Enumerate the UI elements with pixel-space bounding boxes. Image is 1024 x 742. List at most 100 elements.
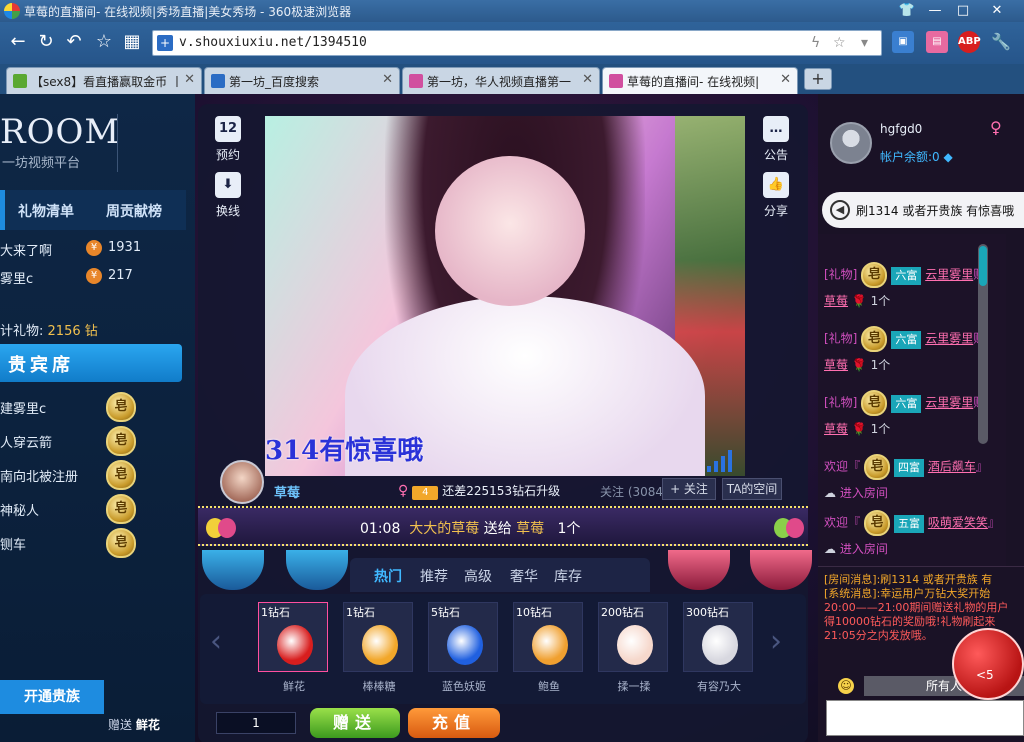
gift-image-icon bbox=[617, 625, 653, 665]
share-button[interactable]: 👍 分享 bbox=[754, 172, 798, 219]
balloon-icon bbox=[786, 518, 804, 538]
gift-item[interactable]: 300钻石 有容乃大 bbox=[683, 602, 755, 698]
extension-icon[interactable]: ▤ bbox=[926, 31, 948, 53]
system-line: 21:05分之内发放哦。 bbox=[824, 629, 933, 642]
new-tab-button[interactable]: + bbox=[804, 68, 832, 90]
emoji-icon[interactable]: ☺ bbox=[838, 678, 854, 694]
tab-weekly-rank[interactable]: 周贡献榜 bbox=[106, 201, 162, 221]
chat-user[interactable]: 草莓 bbox=[824, 358, 848, 372]
browser-tab[interactable]: 【sex8】看直播赢取金币 丨 ✕ bbox=[6, 67, 202, 94]
vip-name: 建雾里c bbox=[0, 402, 47, 417]
vip-row[interactable]: 铡车 皂 bbox=[0, 526, 190, 560]
rank-name: 雾里c bbox=[0, 272, 34, 287]
follow-count: 关注 (3084) bbox=[600, 485, 668, 499]
gift-item[interactable]: 200钻石 揉一揉 bbox=[598, 602, 670, 698]
thumbs-up-icon: 👍 bbox=[763, 172, 789, 198]
tab-close-icon[interactable]: ✕ bbox=[184, 72, 195, 87]
gift-price: 200钻石 bbox=[601, 606, 644, 619]
back-icon[interactable]: ← bbox=[6, 30, 30, 54]
star-icon[interactable]: ☆ bbox=[92, 30, 116, 54]
speaker-icon[interactable]: ◀ bbox=[830, 200, 850, 220]
gift-item[interactable]: 1钻石 棒棒糖 bbox=[343, 602, 415, 698]
chat-user[interactable]: 云里雾里 bbox=[925, 268, 973, 282]
wrench-icon[interactable]: 🔧 bbox=[990, 31, 1012, 53]
gift-tab-premium[interactable]: 高级 bbox=[464, 566, 492, 586]
gift-tab-stock[interactable]: 库存 bbox=[554, 566, 582, 586]
chat-line: ☁ 进入房间 bbox=[824, 484, 888, 501]
next-arrow-icon[interactable]: › bbox=[770, 624, 782, 659]
lightning-icon[interactable]: ϟ bbox=[811, 35, 820, 51]
recharge-button[interactable]: 充值 bbox=[408, 708, 500, 738]
vip-row[interactable]: 人穿云箭 皂 bbox=[0, 424, 190, 458]
gift-tabs: 热门 推荐 高级 奢华 库存 bbox=[350, 558, 650, 592]
notice-button[interactable]: … 公告 bbox=[754, 116, 798, 163]
browser-tab[interactable]: 第一坊，华人视频直播第一 ✕ bbox=[402, 67, 600, 94]
live-video[interactable]: 314有惊喜哦 bbox=[265, 116, 745, 476]
prev-arrow-icon[interactable]: ‹ bbox=[210, 624, 222, 659]
ticker-time: 01:08 bbox=[360, 521, 401, 537]
tab-close-icon[interactable]: ✕ bbox=[582, 72, 593, 87]
chat-user[interactable]: 云里雾里 bbox=[925, 396, 973, 410]
gift-tab-hot[interactable]: 热门 bbox=[374, 566, 402, 586]
ta-space-button[interactable]: TA的空间 bbox=[722, 478, 782, 500]
address-url[interactable]: v.shouxiuxiu.net/1394510 bbox=[179, 35, 367, 50]
gift-rank-row: 大来了啊 ¥1931 bbox=[0, 236, 190, 262]
switch-line-button[interactable]: ⬇ 换线 bbox=[206, 172, 250, 219]
vip-row[interactable]: 南向北被注册 皂 bbox=[0, 458, 190, 492]
tab-close-icon[interactable]: ✕ bbox=[780, 72, 791, 87]
video-area: 12 预约 ⬇ 换线 … 公告 👍 分享 314有惊喜哦 草莓 ♀ 4 还差22… bbox=[198, 104, 812, 742]
gift-tab-recommend[interactable]: 推荐 bbox=[420, 566, 448, 586]
tab-label: 第一坊_百度搜索 bbox=[229, 75, 320, 89]
ticker-sender: 大大的草莓 bbox=[409, 521, 480, 537]
adblock-icon[interactable]: ABP bbox=[958, 31, 981, 53]
follow-button[interactable]: + 关注 bbox=[662, 478, 716, 500]
total-value: 2156 钻 bbox=[47, 324, 98, 339]
gift-tab-luxury[interactable]: 奢华 bbox=[510, 566, 538, 586]
reserve-button[interactable]: 12 预约 bbox=[206, 116, 250, 163]
vip-row[interactable]: 建雾里c 皂 bbox=[0, 390, 190, 424]
close-button[interactable]: ✕ bbox=[984, 2, 1010, 20]
browser-tab[interactable]: 草莓的直播间- 在线视频| ✕ bbox=[602, 67, 798, 94]
video-face bbox=[435, 156, 585, 306]
skin-icon[interactable]: 👕 bbox=[894, 2, 920, 20]
minimize-button[interactable]: — bbox=[922, 2, 948, 20]
chat-user[interactable]: 云里雾里 bbox=[925, 332, 973, 346]
give-button[interactable]: 赠送 bbox=[310, 708, 400, 738]
chat-enter: 进入房间 bbox=[839, 542, 888, 556]
chat-scroll-thumb[interactable] bbox=[979, 246, 987, 286]
anchor-avatar[interactable] bbox=[220, 460, 264, 504]
gift-item[interactable]: 5钻石 蓝色妖姬 bbox=[428, 602, 500, 698]
share-label: 分享 bbox=[763, 204, 788, 218]
gift-ticker: 01:08 大大的草莓 送给 草莓 1个 bbox=[198, 506, 808, 546]
screenshot-icon[interactable]: ▣ bbox=[892, 31, 914, 53]
bookmark-star-icon[interactable]: ☆ bbox=[833, 35, 846, 51]
floating-button[interactable]: <5 bbox=[952, 628, 1024, 700]
coin-icon: ¥ bbox=[86, 268, 102, 284]
chat-user[interactable]: 吸萌爱笑笑 bbox=[928, 516, 988, 530]
gift-item[interactable]: 1钻石 鲜花 bbox=[258, 602, 330, 698]
vip-name: 人穿云箭 bbox=[0, 436, 53, 451]
maximize-button[interactable]: □ bbox=[950, 2, 976, 20]
address-bar[interactable]: + v.shouxiuxiu.net/1394510 ϟ ☆ ▾ bbox=[152, 30, 882, 56]
user-avatar[interactable] bbox=[830, 122, 872, 164]
tab-close-icon[interactable]: ✕ bbox=[382, 72, 393, 87]
gift-item[interactable]: 10钻石 鲍鱼 bbox=[513, 602, 585, 698]
vip-row[interactable]: 神秘人 皂 bbox=[0, 492, 190, 526]
dropdown-icon[interactable]: ▾ bbox=[861, 35, 868, 51]
open-noble-button[interactable]: 开通贵族 bbox=[0, 680, 104, 714]
chat-input[interactable] bbox=[826, 700, 1024, 736]
anchor-name[interactable]: 草莓 bbox=[274, 482, 300, 501]
apps-grid-icon[interactable]: ▦ bbox=[120, 30, 144, 54]
rose-icon: 🌹 bbox=[848, 422, 871, 436]
chat-tag: [礼物] bbox=[824, 395, 858, 410]
undo-icon[interactable]: ↶ bbox=[62, 30, 86, 54]
tab-favicon-icon bbox=[409, 74, 423, 88]
chat-user[interactable]: 草莓 bbox=[824, 294, 848, 308]
browser-tab[interactable]: 第一坊_百度搜索 ✕ bbox=[204, 67, 400, 94]
tab-gift-list[interactable]: 礼物清单 bbox=[18, 201, 74, 221]
chat-user[interactable]: 酒后飙车 bbox=[928, 460, 976, 474]
chat-user[interactable]: 草莓 bbox=[824, 422, 848, 436]
balloon-icon bbox=[218, 518, 236, 538]
quantity-field[interactable]: 1 bbox=[216, 712, 296, 734]
reload-icon[interactable]: ↻ bbox=[34, 30, 58, 54]
